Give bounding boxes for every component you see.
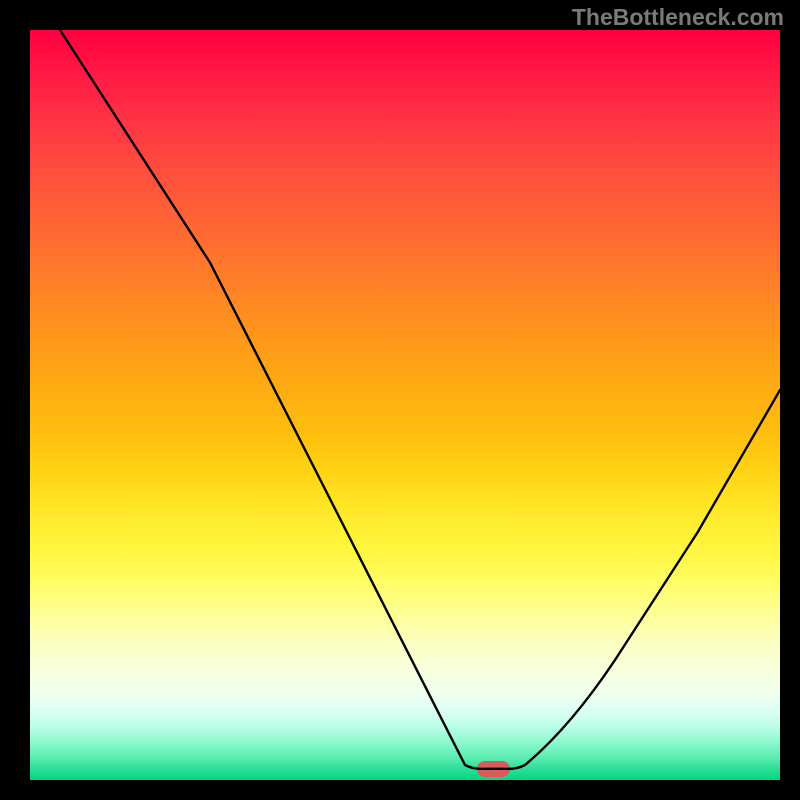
chart-frame: TheBottleneck.com (0, 0, 800, 800)
plot-area (30, 30, 780, 780)
curve-path (60, 30, 780, 769)
watermark-text: TheBottleneck.com (572, 4, 784, 31)
bottleneck-curve (30, 30, 780, 780)
